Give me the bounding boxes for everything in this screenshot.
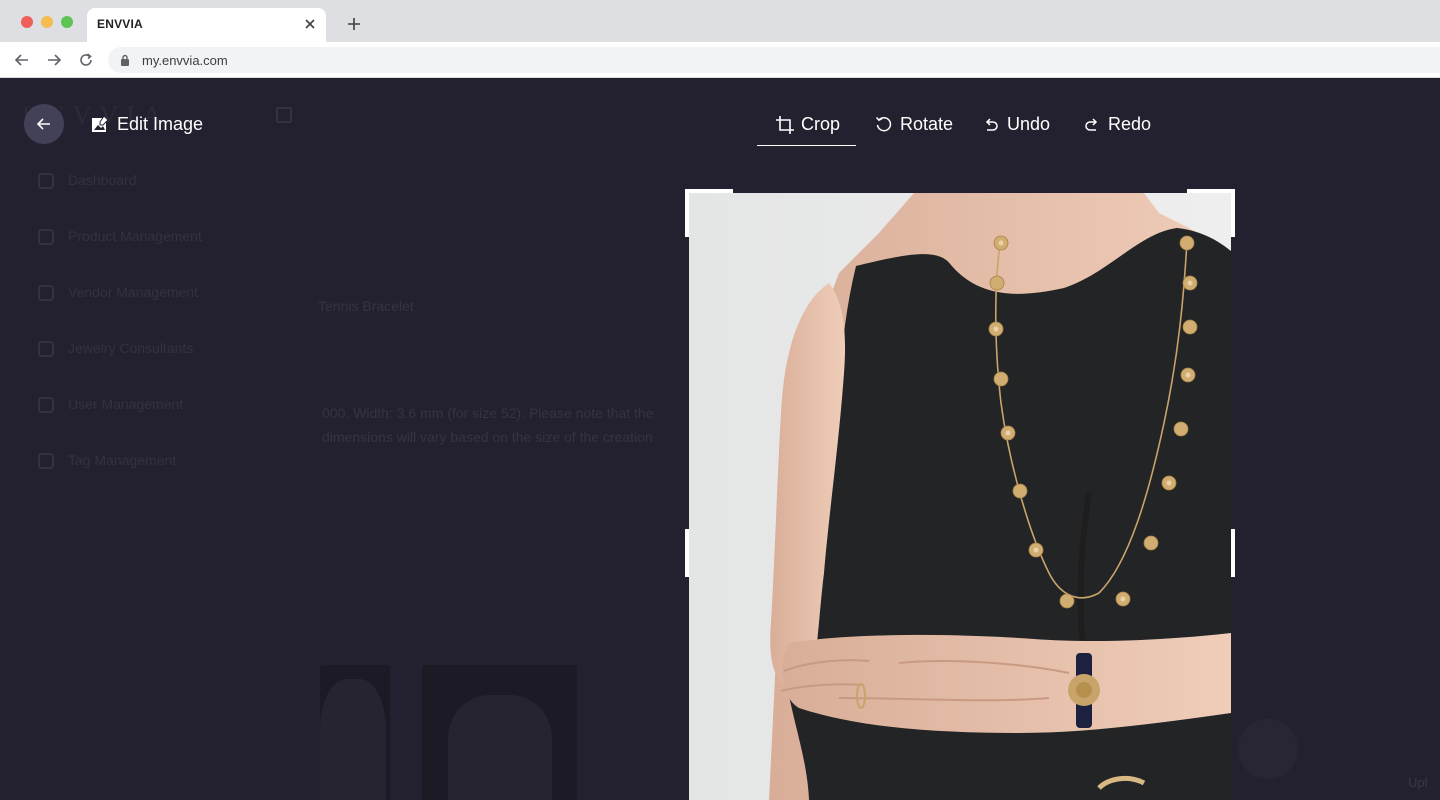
sidebar-item-dashboard: Dashboard — [38, 171, 258, 191]
close-icon[interactable] — [302, 16, 318, 32]
crop-handle-left[interactable] — [685, 529, 689, 577]
sidebar-item-label: Tag Management — [68, 452, 177, 468]
description-text-line-1: 000. Width: 3.6 mm (for size 52). Please… — [322, 405, 654, 421]
sidebar-item-label: Product Management — [68, 228, 202, 244]
sidebar-collapse-icon — [276, 107, 292, 123]
sidebar-item-label: Jewelry Consultants — [68, 340, 194, 356]
reload-icon[interactable] — [78, 52, 94, 68]
diamond-icon — [38, 229, 54, 245]
sidebar-item-label: Dashboard — [68, 172, 137, 188]
sidebar-item-jewelry-consultants: Jewelry Consultants — [38, 339, 258, 359]
active-tool-indicator — [757, 145, 856, 146]
undo-icon — [985, 118, 998, 131]
product-thumbnail — [422, 665, 577, 800]
window-close-button[interactable] — [21, 16, 33, 28]
sidebar-item-label: User Management — [68, 396, 184, 412]
browser-tab-strip: ENVVIA — [0, 0, 1440, 42]
document-icon — [38, 341, 54, 357]
dashboard-icon — [38, 173, 54, 189]
upload-area — [1238, 719, 1298, 779]
url-text: my.envvia.com — [142, 53, 228, 68]
new-tab-icon[interactable] — [345, 15, 363, 33]
crop-handle-top-right[interactable] — [1231, 189, 1235, 237]
redo-label: Redo — [1108, 114, 1152, 134]
crop-icon — [776, 116, 794, 134]
crop-handle-top-left[interactable] — [685, 189, 689, 237]
tab-title: ENVVIA — [97, 17, 143, 31]
arrow-right-icon[interactable] — [46, 52, 62, 68]
tag-icon — [38, 453, 54, 469]
address-bar: my.envvia.com — [0, 42, 1440, 78]
rotate-button[interactable]: Rotate — [875, 105, 955, 145]
crop-button[interactable]: Crop — [775, 105, 856, 145]
crop-handle-top-right[interactable] — [1187, 189, 1235, 193]
sidebar-item-tag-management: Tag Management — [38, 451, 258, 471]
edit-image-icon — [92, 115, 109, 132]
upload-label: Upl — [1408, 775, 1428, 790]
back-button[interactable] — [24, 104, 64, 144]
crop-handle-top-left[interactable] — [685, 189, 733, 193]
arrow-left-icon[interactable] — [14, 52, 30, 68]
description-text-line-2: dimensions will vary based on the size o… — [322, 429, 653, 445]
sidebar-item-label: Vendor Management — [68, 284, 198, 300]
sidebar-item-product-management: Product Management — [38, 227, 258, 247]
product-photo — [689, 193, 1231, 800]
editor-title: Edit Image — [117, 114, 204, 134]
rotate-label: Rotate — [900, 114, 954, 134]
undo-button[interactable]: Undo — [982, 105, 1056, 145]
arrow-left-icon — [36, 118, 50, 130]
crop-label: Crop — [801, 114, 841, 134]
redo-button[interactable]: Redo — [1083, 105, 1157, 145]
sidebar-item-user-management: User Management — [38, 395, 258, 415]
user-icon — [38, 397, 54, 413]
sidebar-item-vendor-management: Vendor Management — [38, 283, 258, 303]
url-field[interactable]: my.envvia.com — [108, 47, 1440, 73]
vendor-icon — [38, 285, 54, 301]
edited-image[interactable] — [689, 193, 1231, 800]
product-thumbnail — [320, 665, 390, 800]
window-minimize-button[interactable] — [41, 16, 53, 28]
window-maximize-button[interactable] — [61, 16, 73, 28]
browser-tab[interactable]: ENVVIA — [87, 8, 326, 42]
lock-icon — [121, 54, 129, 66]
redo-icon — [1085, 118, 1098, 131]
crop-handle-right[interactable] — [1231, 529, 1235, 577]
undo-label: Undo — [1007, 114, 1051, 134]
rotate-icon — [875, 116, 892, 132]
product-name-text: Tennis Bracelet — [318, 298, 414, 314]
